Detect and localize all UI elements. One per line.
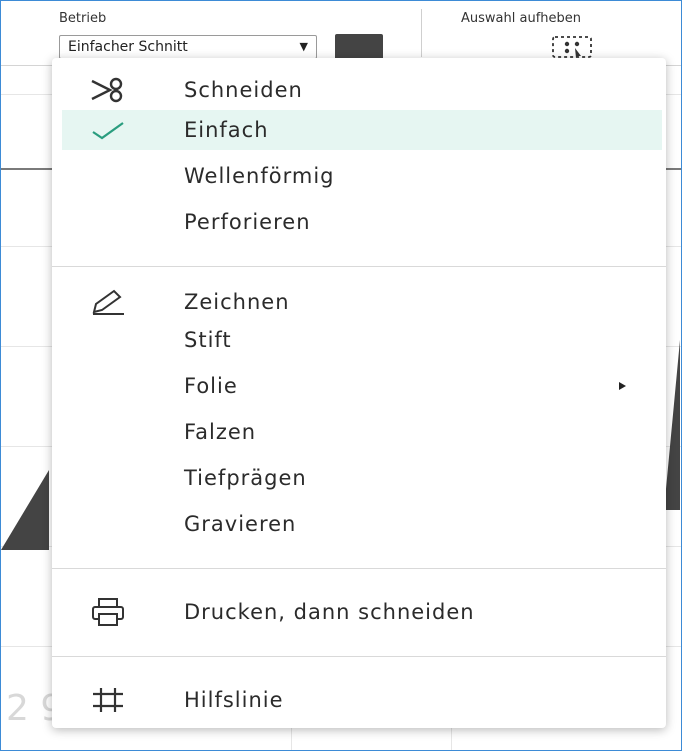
menu-item-guide-line[interactable]: Hilfslinie bbox=[52, 680, 666, 720]
operation-label: Betrieb bbox=[59, 11, 107, 26]
dashed-selection-icon[interactable] bbox=[551, 35, 593, 59]
deselect-label: Auswahl aufheben bbox=[461, 11, 581, 26]
menu-item-label: Falzen bbox=[184, 420, 257, 444]
menu-header-label: Schneiden bbox=[184, 78, 303, 102]
menu-item-label: Folie bbox=[184, 374, 238, 398]
menu-item-stift[interactable]: Stift bbox=[52, 320, 666, 360]
menu-item-label: Stift bbox=[184, 328, 232, 352]
hash-grid-icon bbox=[80, 680, 136, 720]
menu-item-tiefpraegen[interactable]: Tiefprägen bbox=[52, 458, 666, 498]
menu-item-label: Drucken, dann schneiden bbox=[184, 600, 475, 624]
chevron-down-icon: ▼ bbox=[299, 40, 308, 53]
menu-item-einfach[interactable]: Einfach bbox=[62, 110, 662, 150]
menu-item-label: Einfach bbox=[184, 118, 269, 142]
menu-separator bbox=[52, 266, 666, 267]
menu-separator bbox=[52, 568, 666, 569]
scissors-icon bbox=[80, 70, 136, 110]
canvas-shape[interactable] bbox=[664, 340, 680, 510]
menu-header-cut: Schneiden bbox=[52, 70, 666, 110]
printer-icon bbox=[80, 592, 136, 632]
menu-item-folie[interactable]: Folie bbox=[52, 366, 666, 406]
menu-item-print-then-cut[interactable]: Drucken, dann schneiden bbox=[52, 592, 666, 632]
menu-item-perforieren[interactable]: Perforieren bbox=[52, 202, 666, 242]
menu-item-wellenfoermig[interactable]: Wellenförmig bbox=[52, 156, 666, 196]
operation-dropdown-menu: Schneiden Einfach Wellenförmig Perforier… bbox=[52, 58, 666, 728]
menu-item-gravieren[interactable]: Gravieren bbox=[52, 504, 666, 544]
menu-item-label: Gravieren bbox=[184, 512, 297, 536]
toolbar-divider bbox=[421, 9, 422, 57]
top-toolbar: Betrieb Einfacher Schnitt ▼ Auswahl aufh… bbox=[1, 1, 681, 66]
menu-item-falzen[interactable]: Falzen bbox=[52, 412, 666, 452]
menu-header-label: Zeichnen bbox=[184, 290, 290, 314]
menu-separator bbox=[52, 656, 666, 657]
pen-icon bbox=[80, 282, 136, 322]
menu-header-draw: Zeichnen bbox=[52, 282, 666, 322]
checkmark-icon bbox=[80, 110, 136, 150]
menu-item-label: Tiefprägen bbox=[184, 466, 307, 490]
submenu-arrow-icon bbox=[619, 382, 626, 390]
color-swatch-button[interactable] bbox=[335, 34, 383, 60]
operation-selected-value: Einfacher Schnitt bbox=[68, 39, 188, 55]
menu-item-label: Hilfslinie bbox=[184, 688, 284, 712]
menu-item-label: Perforieren bbox=[184, 210, 311, 234]
canvas-shape[interactable] bbox=[1, 470, 49, 550]
menu-item-label: Wellenförmig bbox=[184, 164, 335, 188]
operation-select[interactable]: Einfacher Schnitt ▼ bbox=[59, 35, 317, 59]
